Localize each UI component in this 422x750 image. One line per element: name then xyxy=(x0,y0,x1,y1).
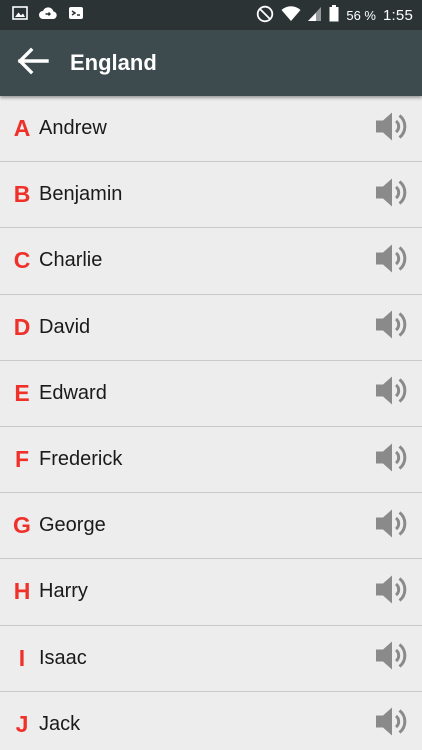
status-right: 56 % 1:55 xyxy=(256,0,413,30)
battery-icon xyxy=(329,5,339,25)
name-label: Frederick xyxy=(39,448,123,471)
list-item[interactable]: C Charlie xyxy=(0,228,422,295)
name-label: Jack xyxy=(39,712,81,735)
initial-letter: J xyxy=(15,710,29,737)
list-item[interactable]: E Edward xyxy=(0,360,422,427)
status-left xyxy=(0,5,84,26)
speaker-icon[interactable] xyxy=(374,308,408,347)
initial-letter: B xyxy=(13,181,31,208)
speaker-icon[interactable] xyxy=(374,506,408,545)
name-label: Isaac xyxy=(39,646,87,669)
back-button[interactable] xyxy=(0,30,66,96)
list-item[interactable]: G George xyxy=(0,493,422,560)
do-not-disturb-icon xyxy=(256,5,274,26)
name-list: A Andrew B Benjamin C Charlie D David E Edward F Fr… xyxy=(0,96,422,750)
app-bar: England xyxy=(0,30,422,96)
speaker-icon[interactable] xyxy=(374,705,408,744)
speaker-icon[interactable] xyxy=(374,109,408,148)
initial-letter: I xyxy=(18,644,26,671)
cloud-sync-icon xyxy=(38,6,58,25)
speaker-icon[interactable] xyxy=(374,572,408,611)
speaker-icon[interactable] xyxy=(374,175,408,214)
page-title: England xyxy=(70,50,157,75)
initial-letter: F xyxy=(14,446,30,473)
clock: 1:55 xyxy=(383,6,413,24)
name-label: Harry xyxy=(39,580,88,603)
wifi-icon xyxy=(281,5,301,25)
shield-icon xyxy=(68,5,84,26)
name-label: Benjamin xyxy=(39,183,123,206)
list-item[interactable]: H Harry xyxy=(0,559,422,626)
initial-letter: H xyxy=(13,578,31,605)
list-item[interactable]: J Jack xyxy=(0,691,422,750)
speaker-icon[interactable] xyxy=(374,241,408,280)
speaker-icon[interactable] xyxy=(374,440,408,479)
signal-icon xyxy=(308,6,322,25)
initial-letter: E xyxy=(14,379,30,406)
initial-letter: D xyxy=(13,313,31,340)
speaker-icon[interactable] xyxy=(374,374,408,413)
name-label: Edward xyxy=(39,381,107,404)
name-label: David xyxy=(39,315,91,338)
list-item[interactable]: B Benjamin xyxy=(0,162,422,229)
image-icon xyxy=(12,5,28,25)
name-label: Charlie xyxy=(39,249,103,272)
name-label: George xyxy=(39,514,106,537)
battery-percent: 56 % xyxy=(346,7,376,23)
list-item[interactable]: F Frederick xyxy=(0,426,422,494)
initial-letter: G xyxy=(13,512,31,539)
list-item[interactable]: D David xyxy=(0,294,422,361)
name-label: Andrew xyxy=(39,117,107,140)
arrow-left-icon xyxy=(17,47,49,80)
list-item[interactable]: A Andrew xyxy=(0,96,422,163)
status-bar: 56 % 1:55 xyxy=(0,0,422,30)
initial-letter: A xyxy=(13,115,31,142)
speaker-icon[interactable] xyxy=(374,639,408,678)
list-item[interactable]: I Isaac xyxy=(0,625,422,692)
initial-letter: C xyxy=(13,247,31,274)
